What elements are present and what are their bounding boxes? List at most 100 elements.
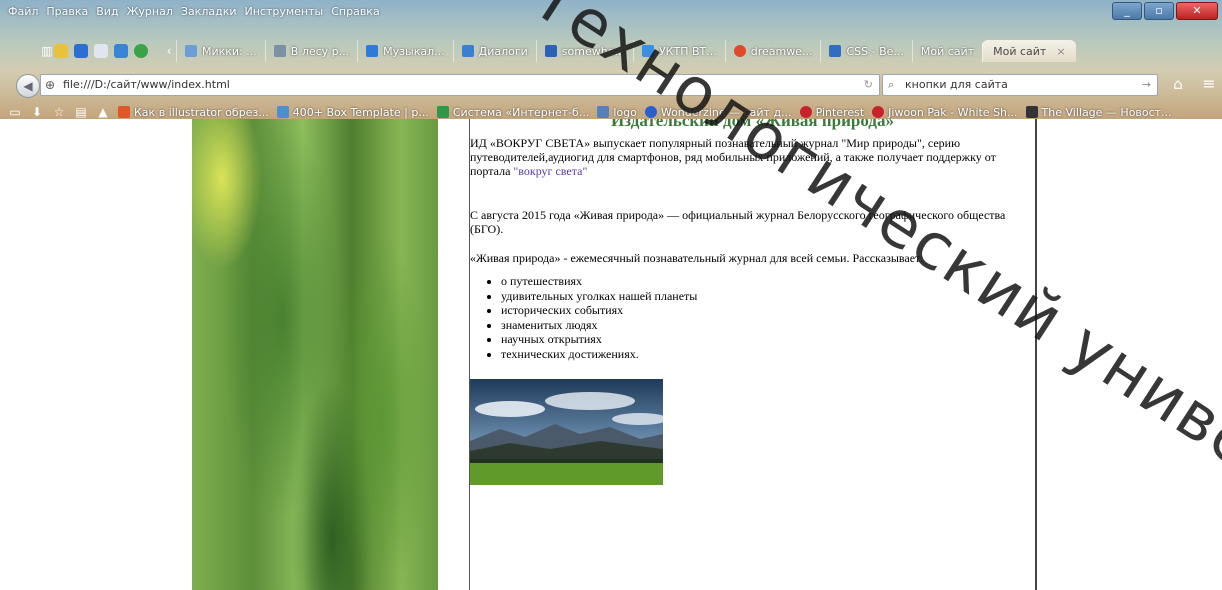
toolbar-icon-3[interactable]	[94, 44, 108, 58]
search-bar[interactable]: ⌕ кнопки для сайта →	[882, 74, 1158, 96]
menu-help[interactable]: Справка	[331, 5, 379, 18]
tab-favicon	[829, 45, 842, 57]
bookmark-label: Wonderzine — сайт д...	[660, 105, 792, 119]
bookmark-favicon	[597, 106, 610, 118]
menu-view[interactable]: Вид	[96, 5, 118, 18]
window-icon[interactable]: ▭	[8, 105, 22, 119]
tab-label: УКТП ВТ...	[658, 44, 717, 58]
topics-list: о путешествиях удивительных уголках наше…	[488, 274, 697, 361]
bookmarks-toolbar: ▭ ⬇ ☆ ▤ ▲ Как в illustrator обрез... 400…	[0, 103, 1222, 119]
tab-3[interactable]: Музыкал...	[357, 40, 452, 62]
bookmark-item[interactable]: logo	[597, 106, 637, 119]
bookmark-label: Jiwoon Pak - White Sh...	[888, 105, 1018, 119]
address-url: file:///D:/сайт/www/index.html	[63, 78, 230, 91]
tab-2[interactable]: В лесу р...	[264, 40, 357, 62]
bookmark-item[interactable]: Wonderzine — сайт д...	[644, 105, 792, 119]
bookmark-item[interactable]: Pinterest	[799, 105, 865, 119]
pinterest-icon	[872, 106, 885, 118]
tab-active[interactable]: Мой сайт ×	[982, 40, 1076, 62]
tab-label: Диалоги	[478, 44, 528, 58]
bookmark-label: Pinterest	[815, 105, 865, 119]
tab-1[interactable]: Микки: ...	[176, 40, 265, 62]
web-page: Издательский дом «Живая природа» ИД «ВОК…	[0, 119, 1222, 590]
bookmark-favicon	[644, 106, 657, 118]
chevron-left-icon[interactable]: ‹	[162, 44, 176, 58]
tab-4[interactable]: Диалоги	[452, 40, 536, 62]
tab-label: dreamwe...	[750, 44, 813, 58]
search-value: кнопки для сайта	[905, 78, 1008, 91]
tab-favicon	[273, 45, 286, 57]
maximize-button[interactable]: ▫	[1144, 2, 1174, 20]
tab-label: Музыкал...	[383, 44, 445, 58]
list-item: знаменитых людях	[501, 318, 697, 333]
intro-paragraph: ИД «ВОКРУГ СВЕТА» выпускает популярный п…	[470, 136, 1020, 178]
tab-6[interactable]: УКТП ВТ...	[632, 40, 725, 62]
bookmark-label: Система «Интернет-б...	[452, 105, 590, 119]
list-item: технических достижениях.	[501, 347, 697, 362]
bookmark-label: The Village — Новост...	[1041, 105, 1172, 119]
tab-favicon	[641, 45, 654, 57]
bookmark-item[interactable]: Jiwoon Pak - White Sh...	[872, 105, 1018, 119]
globe-icon: ⊕	[45, 78, 56, 92]
village-icon	[1025, 106, 1038, 118]
list-item: научных открытиях	[501, 332, 697, 347]
tab-label: В лесу р...	[290, 44, 350, 58]
tab-7[interactable]: dreamwe...	[724, 40, 821, 62]
mountain-landscape-photo	[470, 379, 663, 485]
bookmark-label: Как в illustrator обрез...	[134, 105, 269, 119]
bookmark-favicon	[436, 106, 449, 118]
minimize-button[interactable]: _	[1112, 2, 1142, 20]
tab-label: Микки: ...	[202, 44, 257, 58]
tab-5[interactable]: somewhe...	[535, 40, 633, 62]
toolbar-icon-5[interactable]	[134, 44, 148, 58]
bookmark-favicon	[118, 106, 130, 118]
menu-history[interactable]: Журнал	[127, 5, 173, 18]
menu-tools[interactable]: Инструменты	[245, 5, 324, 18]
pinterest-icon	[799, 106, 812, 118]
reading-list-icon[interactable]: ▤	[74, 105, 88, 119]
bookmark-label: logo	[613, 105, 637, 119]
reload-icon[interactable]: ↻	[864, 75, 873, 95]
search-icon: ⌕	[888, 78, 895, 91]
pocket-icon[interactable]: ▲	[96, 105, 110, 119]
tab-label: CSS - Be...	[846, 44, 904, 58]
toolbar-icon-2[interactable]	[74, 44, 88, 58]
close-window-button[interactable]: ✕	[1176, 2, 1218, 20]
list-item: удивительных уголках нашей планеты	[501, 289, 697, 304]
tab-favicon	[544, 45, 557, 57]
content-column: Издательский дом «Живая природа» ИД «ВОК…	[469, 119, 1037, 590]
paragraph-monthly: «Живая природа» - ежемесячный познавател…	[470, 251, 924, 265]
toolbar-icon-4[interactable]	[114, 44, 128, 58]
list-item: исторических событиях	[501, 303, 697, 318]
bookmark-item[interactable]: Система «Интернет-б...	[436, 105, 590, 119]
toolbar-icon-1[interactable]	[54, 44, 68, 58]
library-icon[interactable]: ▥	[40, 44, 54, 58]
tab-label: Мой сайт	[993, 44, 1047, 58]
star-icon[interactable]: ☆	[52, 105, 66, 119]
bookmark-item[interactable]: The Village — Новост...	[1025, 105, 1172, 119]
search-go-icon[interactable]: →	[1142, 75, 1151, 95]
tab-strip: ▥ ‹ Микки: ... В лесу р... Музыкал... Ди…	[32, 40, 1076, 62]
menu-bookmarks[interactable]: Закладки	[181, 5, 237, 18]
tab-favicon	[185, 45, 197, 57]
menu-file[interactable]: Файл	[8, 5, 38, 18]
menu-edit[interactable]: Правка	[46, 5, 88, 18]
back-button[interactable]: ◀	[16, 74, 40, 98]
download-icon[interactable]: ⬇	[30, 105, 44, 119]
bookmark-item[interactable]: Как в illustrator обрез...	[118, 106, 269, 119]
hamburger-menu-icon[interactable]: ≡	[1200, 74, 1218, 94]
tab-favicon	[366, 45, 379, 57]
tab-8[interactable]: CSS - Be...	[820, 40, 911, 62]
tab-close-icon[interactable]: ×	[1056, 45, 1065, 58]
tab-label: Мой сайт	[920, 44, 975, 58]
address-bar[interactable]: ⊕ file:///D:/сайт/www/index.html ↻	[40, 74, 880, 96]
bookmark-item[interactable]: 400+ Box Template | p...	[276, 105, 429, 119]
window-controls: _ ▫ ✕	[1110, 2, 1218, 20]
home-icon[interactable]: ⌂	[1168, 74, 1188, 94]
menu-bar: Файл Правка Вид Журнал Закладки Инструме…	[0, 0, 1222, 22]
bookmark-label: 400+ Box Template | p...	[292, 105, 429, 119]
page-title: Издательский дом «Живая природа»	[611, 119, 894, 130]
tab-9[interactable]: Мой сайт	[911, 40, 982, 62]
vokrug-sveta-link[interactable]: "вокруг света"	[513, 164, 587, 178]
tab-favicon	[461, 45, 474, 57]
